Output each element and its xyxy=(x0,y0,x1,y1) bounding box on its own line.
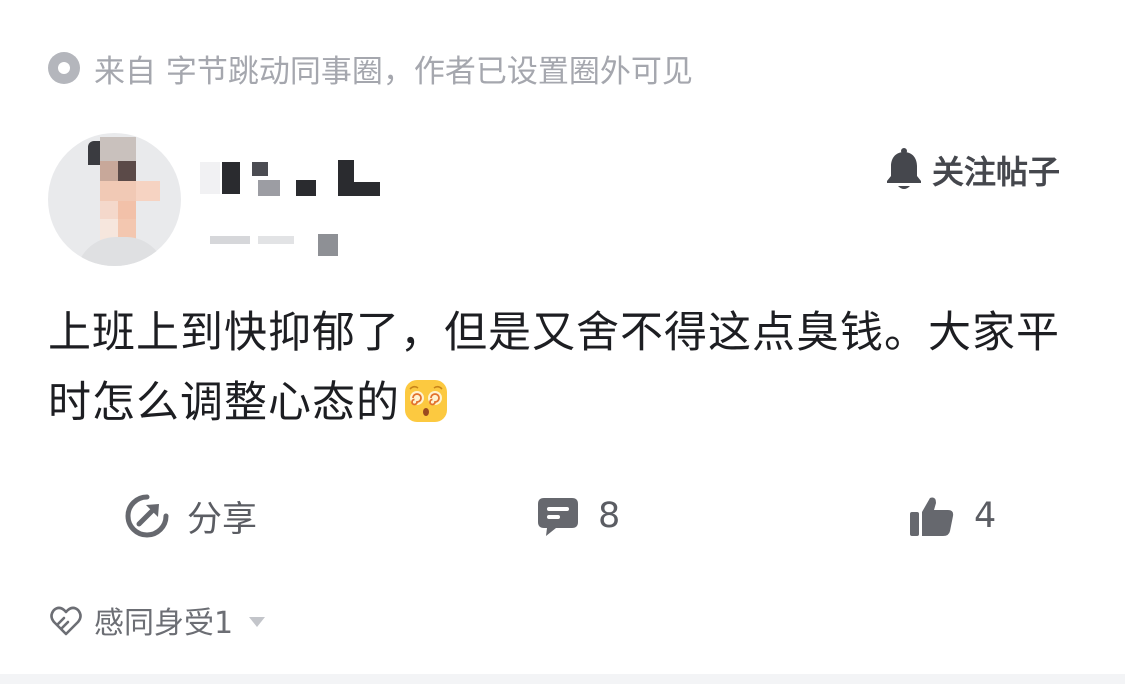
name-pixel xyxy=(222,162,240,194)
name-pixel xyxy=(338,160,354,196)
bell-icon xyxy=(887,148,921,189)
name-pixel xyxy=(252,162,268,176)
avatar-shoulder xyxy=(76,237,166,266)
follow-post-button[interactable]: 关注帖子 xyxy=(884,146,1060,194)
avatar-pixel xyxy=(100,201,118,219)
name-pixel xyxy=(296,180,316,196)
reaction-label: 感同身受1 xyxy=(94,606,234,641)
section-divider xyxy=(0,674,1125,684)
thumbs-up-icon xyxy=(910,497,954,536)
avatar-pixel xyxy=(100,137,136,161)
comment-icon xyxy=(538,498,578,536)
hug-icon xyxy=(50,606,82,636)
share-icon xyxy=(125,494,169,538)
source-info: 来自 字节跳动同事圈，作者已设置圈外可见 xyxy=(48,48,693,90)
follow-label: 关注帖子 xyxy=(932,153,1061,191)
avatar-pixel xyxy=(118,161,136,181)
name-pixel xyxy=(200,162,220,194)
post-text: 上班上到快抑郁了，但是又舍不得这点臭钱。大家平时怎么调整心态的 xyxy=(48,308,1060,428)
share-label: 分享 xyxy=(187,499,258,540)
avatar-pixel xyxy=(100,181,136,201)
chevron-down-icon xyxy=(249,617,266,627)
author-subtitle-obscured xyxy=(210,232,345,258)
avatar-pixel xyxy=(118,201,136,219)
like-count: 4 xyxy=(974,496,997,536)
action-bar: 分享 8 4 xyxy=(0,486,1125,546)
source-text: 来自 字节跳动同事圈，作者已设置圈外可见 xyxy=(94,53,693,90)
comment-button[interactable]: 8 xyxy=(536,486,620,546)
author-avatar[interactable] xyxy=(48,133,181,266)
name-pixel xyxy=(354,182,380,196)
name-pixel xyxy=(258,180,280,196)
subtitle-pixel xyxy=(210,236,250,244)
comment-count: 8 xyxy=(598,496,621,536)
avatar-pixel xyxy=(100,161,118,181)
dizzy-face-emoji xyxy=(405,380,447,422)
like-button[interactable]: 4 xyxy=(908,486,996,546)
share-button[interactable]: 分享 xyxy=(125,486,257,546)
author-name-obscured[interactable] xyxy=(200,158,385,198)
post-body: 上班上到快抑郁了，但是又舍不得这点臭钱。大家平时怎么调整心态的 xyxy=(48,298,1083,438)
reaction-summary[interactable]: 感同身受1 xyxy=(48,600,266,641)
subtitle-pixel xyxy=(258,236,294,244)
post-card: 来自 字节跳动同事圈，作者已设置圈外可见 关注帖子 上班上到快抑郁了，但是又舍不… xyxy=(0,0,1125,684)
avatar-pixel xyxy=(136,181,160,201)
circle-dot-icon xyxy=(48,52,80,84)
subtitle-pixel xyxy=(318,234,338,256)
